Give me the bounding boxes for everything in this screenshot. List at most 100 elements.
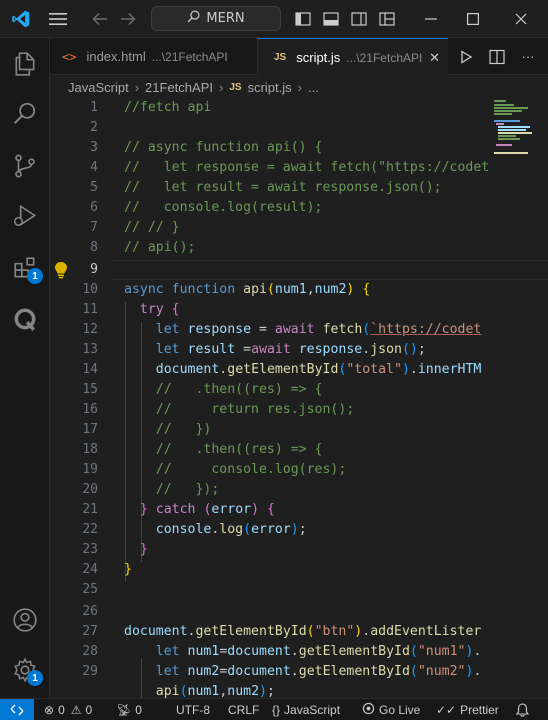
line-number: 3	[90, 140, 98, 155]
html-icon: <>	[62, 49, 77, 64]
chevron-right-icon: ›	[134, 79, 140, 95]
more-actions-icon[interactable]: ···	[516, 38, 540, 75]
code-line: // return res.json();	[155, 402, 355, 417]
line-number: 7	[90, 220, 98, 235]
code-line: // let response = await fetch("https://c…	[124, 160, 490, 175]
maximize-icon[interactable]	[458, 0, 488, 38]
line-number: 28	[82, 644, 98, 659]
code-line: let response = await fetch(`https://code…	[155, 322, 482, 337]
tab-label: index.html	[86, 49, 146, 64]
toggle-secondary-sidebar-icon[interactable]	[346, 0, 372, 38]
code-line: // })	[155, 422, 212, 437]
line-number: 1	[90, 100, 98, 115]
code-line: console.log(error);	[155, 522, 307, 537]
js-file-icon: JS	[274, 52, 287, 63]
prettier-indicator[interactable]: ✓✓ Prettier	[436, 699, 499, 720]
settings-gear-icon[interactable]: 1	[0, 646, 50, 694]
breadcrumb-item[interactable]: script.js	[248, 80, 292, 95]
code-line: // console.log(res);	[155, 462, 347, 477]
error-icon: ⊗	[44, 703, 55, 717]
explorer-icon[interactable]	[0, 40, 50, 88]
code-line: let num2=document.getElementById("num2")…	[155, 664, 482, 679]
code-editor[interactable]: 1 2 3 4 5 6 7 8 9 10 11 12 13 14 15 16 17 18 19 20 21 22 23 24 2…	[50, 98, 548, 698]
code-line: // });	[155, 482, 220, 497]
breadcrumb-item[interactable]: 21FetchAPI	[145, 80, 213, 95]
close-icon[interactable]	[506, 0, 536, 38]
js-file-icon: JS	[229, 81, 242, 93]
line-number: 21	[82, 502, 98, 517]
settings-badge: 1	[27, 670, 43, 686]
code-line: // console.log(result);	[124, 200, 323, 215]
breadcrumb-item[interactable]: ...	[308, 80, 319, 95]
back-arrow-icon[interactable]	[88, 0, 112, 38]
source-control-icon[interactable]	[0, 142, 50, 190]
line-number: 2	[90, 120, 98, 135]
line-number: 14	[82, 362, 98, 377]
forward-arrow-icon[interactable]	[116, 0, 140, 38]
code-line: // .then((res) => {	[155, 382, 323, 397]
breadcrumb: JavaScript › 21FetchAPI › JS script.js ›…	[50, 76, 548, 98]
line-number: 18	[82, 442, 98, 457]
language-indicator[interactable]: {} JavaScript	[272, 699, 340, 720]
split-editor-icon[interactable]	[486, 38, 508, 75]
double-check-icon: ✓✓	[436, 703, 457, 717]
run-debug-icon[interactable]	[0, 192, 50, 240]
activity-bar: 1 1	[0, 38, 50, 698]
minimap[interactable]	[494, 98, 534, 158]
tab-bar: <> index.html ...\21FetchAPI JS script.j…	[50, 38, 548, 76]
ports-icon: 📡︎	[116, 703, 132, 717]
notifications-bell-icon[interactable]	[516, 699, 529, 720]
line-number: 24	[82, 562, 98, 577]
tab-index-html[interactable]: <> index.html ...\21FetchAPI	[50, 38, 258, 75]
vscode-logo-icon	[6, 0, 36, 38]
warning-icon: ⚠	[70, 703, 82, 717]
go-live-button[interactable]: Go Live	[362, 699, 420, 720]
line-number: 20	[82, 482, 98, 497]
code-line: let num1=document.getElementById("num1")…	[155, 644, 482, 659]
code-line: } catch (error) {	[139, 502, 275, 517]
encoding-indicator[interactable]: UTF-8	[176, 699, 210, 720]
quokka-icon[interactable]	[0, 296, 50, 344]
command-center-search[interactable]: MERN	[151, 6, 281, 31]
code-line: async function api(num1,num2) {	[124, 282, 371, 297]
braces-icon: {}	[272, 703, 281, 717]
search-icon[interactable]	[0, 90, 50, 138]
minimize-icon[interactable]	[416, 0, 446, 38]
line-number: 19	[82, 462, 98, 477]
code-area[interactable]: //fetch api // async function api() { //…	[124, 98, 544, 698]
problems-indicator[interactable]: ⊗ 0 ⚠ 0	[44, 699, 92, 720]
toggle-panel-icon[interactable]	[318, 0, 344, 38]
run-file-icon[interactable]	[455, 38, 477, 75]
line-number: 23	[82, 542, 98, 557]
extensions-icon[interactable]: 1	[0, 244, 50, 292]
line-number: 12	[82, 322, 98, 337]
line-number: 11	[82, 302, 98, 317]
code-line: }	[124, 562, 132, 577]
extensions-badge: 1	[27, 268, 43, 284]
eol-indicator[interactable]: CRLF	[228, 699, 259, 720]
remote-indicator-icon[interactable]	[0, 699, 34, 720]
line-number: 10	[82, 282, 98, 297]
code-line: // let result = await response.json();	[124, 180, 442, 195]
accounts-icon[interactable]	[0, 596, 50, 644]
code-line: }	[139, 542, 148, 557]
breadcrumb-item[interactable]: JavaScript	[68, 80, 129, 95]
tab-close-icon[interactable]: ✕	[429, 50, 440, 66]
line-number-gutter: 1 2 3 4 5 6 7 8 9 10 11 12 13 14 15 16 17 18 19 20 21 22 23 24 2…	[50, 98, 110, 698]
menu-icon[interactable]	[44, 0, 72, 38]
line-number: 4	[90, 160, 98, 175]
line-number: 15	[82, 382, 98, 397]
tab-script-js[interactable]: JS script.js ...\21FetchAPI ✕	[258, 38, 448, 76]
tab-label: script.js	[296, 50, 341, 65]
tab-description: ...\21FetchAPI	[346, 50, 423, 65]
ports-indicator[interactable]: 📡︎ 0	[116, 699, 142, 720]
code-line: api(num1,num2);	[155, 684, 275, 698]
ports-count: 0	[135, 703, 142, 717]
code-line: //fetch api	[124, 100, 212, 115]
lightbulb-icon[interactable]	[54, 261, 70, 279]
toggle-primary-sidebar-icon[interactable]	[290, 0, 316, 38]
title-bar: MERN	[0, 0, 548, 38]
customize-layout-icon[interactable]	[374, 0, 400, 38]
code-line: try {	[139, 302, 180, 317]
line-number: 5	[90, 180, 98, 195]
